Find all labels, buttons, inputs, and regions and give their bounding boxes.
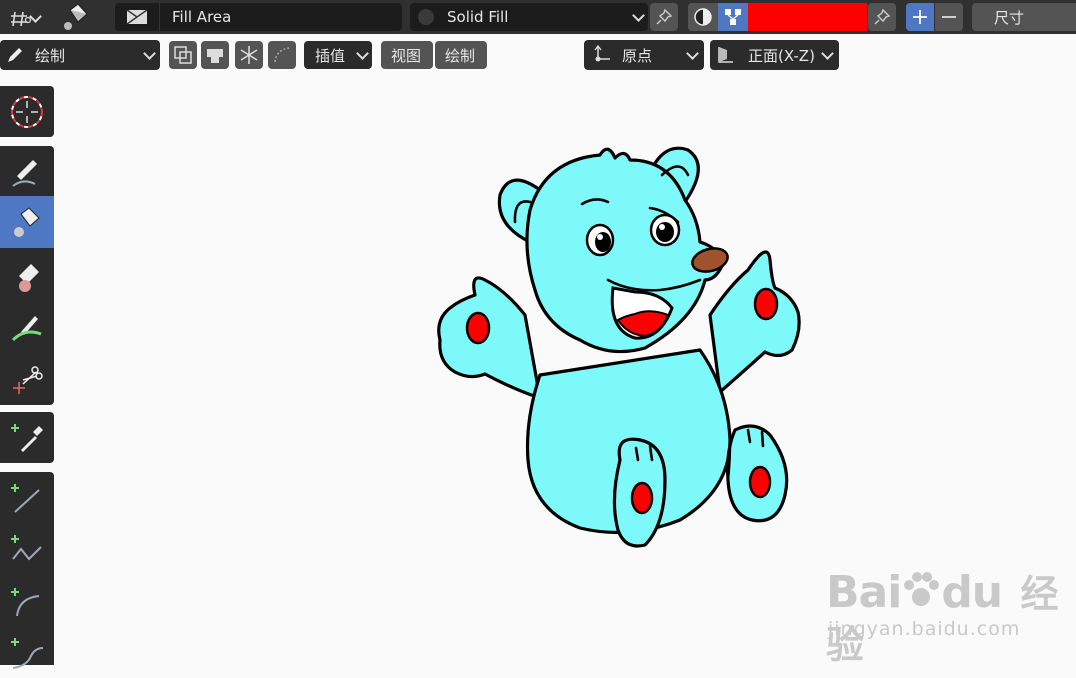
size-field[interactable]: 尺寸 <box>972 3 1076 31</box>
tool-cursor[interactable] <box>0 86 54 138</box>
watermark-url: jingyan.baidu.com <box>828 618 1021 640</box>
bear-drawing[interactable] <box>430 130 810 560</box>
multiframe-button[interactable] <box>169 41 197 69</box>
curve-edit-button[interactable] <box>268 41 296 69</box>
half-sphere-icon <box>694 8 712 26</box>
pin-icon <box>874 8 891 25</box>
pin-button[interactable] <box>868 3 896 31</box>
cutter-icon <box>13 366 43 394</box>
origin-label: 原点 <box>622 46 653 65</box>
arc-icon <box>11 588 40 617</box>
pin-icon <box>656 8 673 25</box>
field-divider <box>159 3 160 31</box>
chevron-down-icon <box>686 47 699 60</box>
color-mode-vertex-button[interactable] <box>718 3 748 31</box>
draw-label: 绘制 <box>445 46 476 65</box>
toolbar-group-paint <box>0 146 54 405</box>
minus-icon <box>942 16 956 18</box>
tool-fill[interactable] <box>0 196 54 248</box>
toolbar-group-eyedropper <box>0 412 54 463</box>
frames-icon <box>174 46 192 64</box>
chevron-down-icon <box>821 47 834 60</box>
tool-erase[interactable] <box>0 250 54 302</box>
interpolate-dropdown[interactable]: 插值 <box>304 41 372 69</box>
tool-curve[interactable] <box>0 626 54 678</box>
watermark-brand-a: Bai <box>826 567 902 618</box>
tool-arc[interactable] <box>0 576 54 628</box>
paw-icon <box>904 572 940 606</box>
plus-icon <box>913 10 927 24</box>
top-header-bar: Fill Area Solid Fill 尺寸 <box>0 0 1076 34</box>
mode-dropdown[interactable]: 绘制 <box>0 40 160 70</box>
toolbar-group-cursor <box>0 86 54 137</box>
tool-polyline[interactable] <box>0 523 54 575</box>
origin-dropdown[interactable]: 原点 <box>584 40 704 70</box>
chevron-down-icon <box>632 9 645 22</box>
paint-bucket-icon <box>64 3 88 30</box>
layer-lock-icon <box>207 49 223 63</box>
dotted-curve-icon <box>274 47 290 63</box>
polyline-icon <box>11 535 42 561</box>
stroke-placement-dropdown[interactable] <box>2 5 42 30</box>
line-icon <box>11 484 40 513</box>
erase-icon <box>19 264 39 292</box>
pin-button[interactable] <box>650 3 678 31</box>
material-icon <box>125 6 149 28</box>
size-label: 尺寸 <box>994 8 1025 27</box>
fill-name-text: Fill Area <box>172 8 232 26</box>
tool-cutter[interactable] <box>0 354 54 406</box>
snap-button[interactable] <box>235 41 263 69</box>
tool-tint[interactable] <box>0 302 54 354</box>
snowflake-icon <box>240 46 258 64</box>
mode-label: 绘制 <box>35 46 66 65</box>
fill-style-dot-icon <box>418 9 434 25</box>
tint-icon <box>11 316 42 342</box>
eyedropper-icon <box>11 424 43 452</box>
vertex-color-icon <box>725 9 741 25</box>
chevron-down-icon <box>143 47 156 60</box>
interpolate-label: 插值 <box>315 46 346 65</box>
front-plane-icon <box>715 44 737 66</box>
watermark-brand-b: du <box>941 567 1003 618</box>
color-mode-material-button[interactable] <box>688 3 718 31</box>
tool-line[interactable] <box>0 472 54 524</box>
cursor-icon <box>11 96 43 128</box>
fill-style-text: Solid Fill <box>447 8 509 26</box>
chevron-down-icon <box>356 47 369 60</box>
draw-menu[interactable]: 绘制 <box>435 41 487 69</box>
fill-icon <box>14 207 40 237</box>
fill-style-dropdown[interactable]: Solid Fill <box>410 3 648 31</box>
view-plane-dropdown[interactable]: 正面(X-Z) <box>710 40 839 70</box>
view-plane-label: 正面(X-Z) <box>748 46 815 65</box>
remove-button[interactable] <box>935 3 963 31</box>
draw-icon <box>12 160 37 187</box>
autolock-button[interactable] <box>201 41 229 69</box>
tool-draw[interactable] <box>0 146 54 198</box>
add-button[interactable] <box>906 3 934 31</box>
color-swatch[interactable] <box>748 3 867 31</box>
tool-settings-bar: 绘制 插值 视图 绘制 原点 正面(X-Z) <box>0 34 1076 76</box>
origin-axes-icon <box>590 44 612 66</box>
pencil-icon <box>4 44 26 66</box>
toolbar-group-primitives <box>0 472 54 669</box>
view-label: 视图 <box>391 46 422 65</box>
fill-tool-header-icon <box>58 2 94 32</box>
view-menu[interactable]: 视图 <box>381 41 433 69</box>
tool-eyedropper[interactable] <box>0 412 54 464</box>
material-field[interactable]: Fill Area <box>115 3 402 31</box>
